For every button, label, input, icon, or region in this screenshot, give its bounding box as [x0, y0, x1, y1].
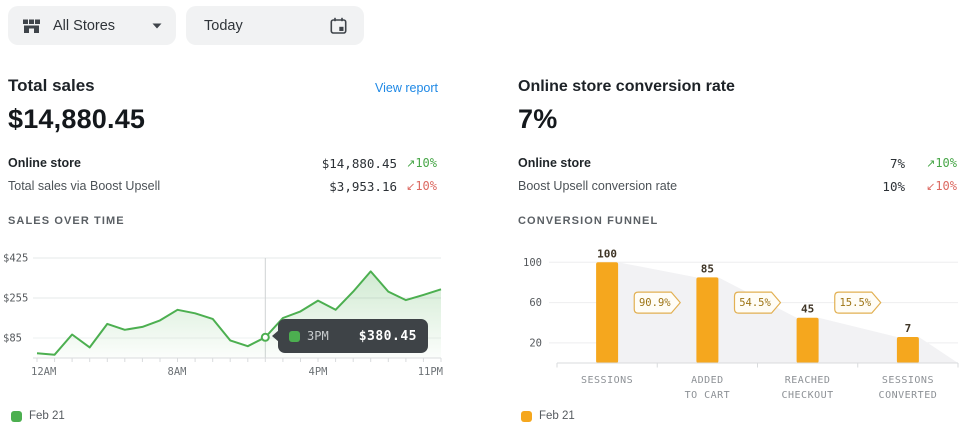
funnel-legend: Feb 21 — [521, 410, 575, 422]
metric-row-boost-upsell-sales: Total sales via Boost Upsell $3,953.16 ↙… — [8, 177, 437, 195]
category-label: SESSIONS — [581, 375, 633, 386]
chart-tooltip: 3PM $380.45 — [278, 319, 428, 353]
conversion-badge-label: 90.9% — [639, 297, 671, 309]
conversion-badge-label: 54.5% — [739, 297, 771, 309]
conversion-badge-label: 15.5% — [839, 297, 871, 309]
store-selector[interactable]: All Stores — [8, 6, 176, 45]
conversion-rate-title: Online store conversion rate — [518, 78, 735, 96]
series-swatch — [289, 331, 300, 342]
metric-value: $3,953.16 — [329, 179, 397, 194]
legend-swatch-green — [11, 411, 22, 422]
y-tick-label: 100 — [523, 257, 542, 269]
metric-change-value: 10% — [415, 156, 437, 170]
metric-row-boost-upsell-rate: Boost Upsell conversion rate 10% ↙10% — [518, 177, 957, 195]
trend-up-icon: ↗ — [926, 157, 935, 170]
bar-value-label: 7 — [905, 322, 912, 335]
x-tick-label: 11PM — [418, 366, 443, 378]
metric-label: Boost Upsell conversion rate — [518, 179, 882, 193]
chevron-down-icon — [152, 23, 162, 29]
metric-label: Total sales via Boost Upsell — [8, 179, 329, 193]
y-tick-label: $255 — [3, 293, 28, 305]
category-label: CHECKOUT — [782, 390, 834, 401]
y-tick-label: $425 — [3, 253, 28, 265]
y-tick-label: 20 — [529, 337, 542, 349]
total-sales-title: Total sales — [8, 76, 95, 96]
funnel-bar[interactable] — [797, 318, 819, 363]
metric-change-value: 10% — [935, 179, 957, 193]
trend-down-icon: ↙ — [926, 180, 935, 193]
category-label: ADDED — [691, 375, 724, 386]
metric-row-online-store-sales: Online store $14,880.45 ↗10% — [8, 154, 437, 172]
store-icon — [22, 18, 41, 34]
date-selector[interactable]: Today — [186, 6, 364, 45]
sales-over-time-heading: SALES OVER TIME — [8, 215, 125, 227]
x-tick-label: 4PM — [309, 366, 328, 378]
metric-value: 10% — [882, 179, 905, 194]
total-sales-value: $14,880.45 — [8, 104, 145, 135]
legend-swatch-orange — [521, 411, 532, 422]
metric-row-online-store-rate: Online store 7% ↗10% — [518, 154, 957, 172]
legend-label: Feb 21 — [539, 410, 575, 422]
category-label: TO CART — [685, 390, 731, 401]
x-tick-label: 8AM — [168, 366, 187, 378]
store-selector-label: All Stores — [53, 18, 115, 34]
date-selector-label: Today — [204, 18, 243, 34]
funnel-bar[interactable] — [596, 262, 618, 363]
tooltip-value: $380.45 — [359, 329, 417, 344]
metric-change-value: 10% — [935, 156, 957, 170]
metric-label: Online store — [518, 156, 890, 170]
conversion-funnel-chart[interactable]: 100 60 20 100 85 45 7 90.9% 54.5% 15.5% SESSIO… — [516, 240, 960, 408]
funnel-bar[interactable] — [696, 277, 718, 363]
conversion-funnel-heading: CONVERSION FUNNEL — [518, 215, 658, 227]
x-tick-label: 12AM — [31, 366, 56, 378]
view-report-link[interactable]: View report — [360, 81, 438, 95]
metric-change: ↙10% — [397, 179, 437, 193]
funnel-bar[interactable] — [897, 337, 919, 363]
y-tick-label: 60 — [529, 297, 542, 309]
trend-up-icon: ↗ — [406, 157, 415, 170]
sales-legend: Feb 21 — [11, 410, 65, 422]
category-label: REACHED — [785, 375, 831, 386]
sales-over-time-chart[interactable]: $425 $255 $85 12AM 8AM 4PM 11PM — [0, 250, 448, 385]
bar-value-label: 45 — [801, 303, 814, 316]
y-tick-label: $85 — [3, 333, 22, 345]
x-axis-ticks — [557, 363, 958, 368]
metric-change: ↗10% — [905, 156, 957, 170]
x-axis-ticks — [37, 358, 441, 362]
bar-value-label: 100 — [597, 247, 617, 260]
analytics-dashboard: { "topbar": { "store_selector": {"label"… — [0, 0, 960, 431]
metric-change-value: 10% — [415, 179, 437, 193]
bar-value-label: 85 — [701, 262, 714, 275]
conversion-rate-value: 7% — [518, 104, 557, 135]
metric-change: ↙10% — [905, 179, 957, 193]
metric-value: 7% — [890, 156, 905, 171]
hover-point — [262, 334, 269, 341]
category-label: SESSIONS — [882, 375, 934, 386]
metric-value: $14,880.45 — [322, 156, 397, 171]
legend-label: Feb 21 — [29, 410, 65, 422]
tooltip-time: 3PM — [307, 329, 329, 343]
calendar-icon — [329, 17, 348, 35]
trend-down-icon: ↙ — [406, 180, 415, 193]
metric-change: ↗10% — [397, 156, 437, 170]
metric-label: Online store — [8, 156, 322, 170]
category-label: CONVERTED — [879, 390, 938, 401]
